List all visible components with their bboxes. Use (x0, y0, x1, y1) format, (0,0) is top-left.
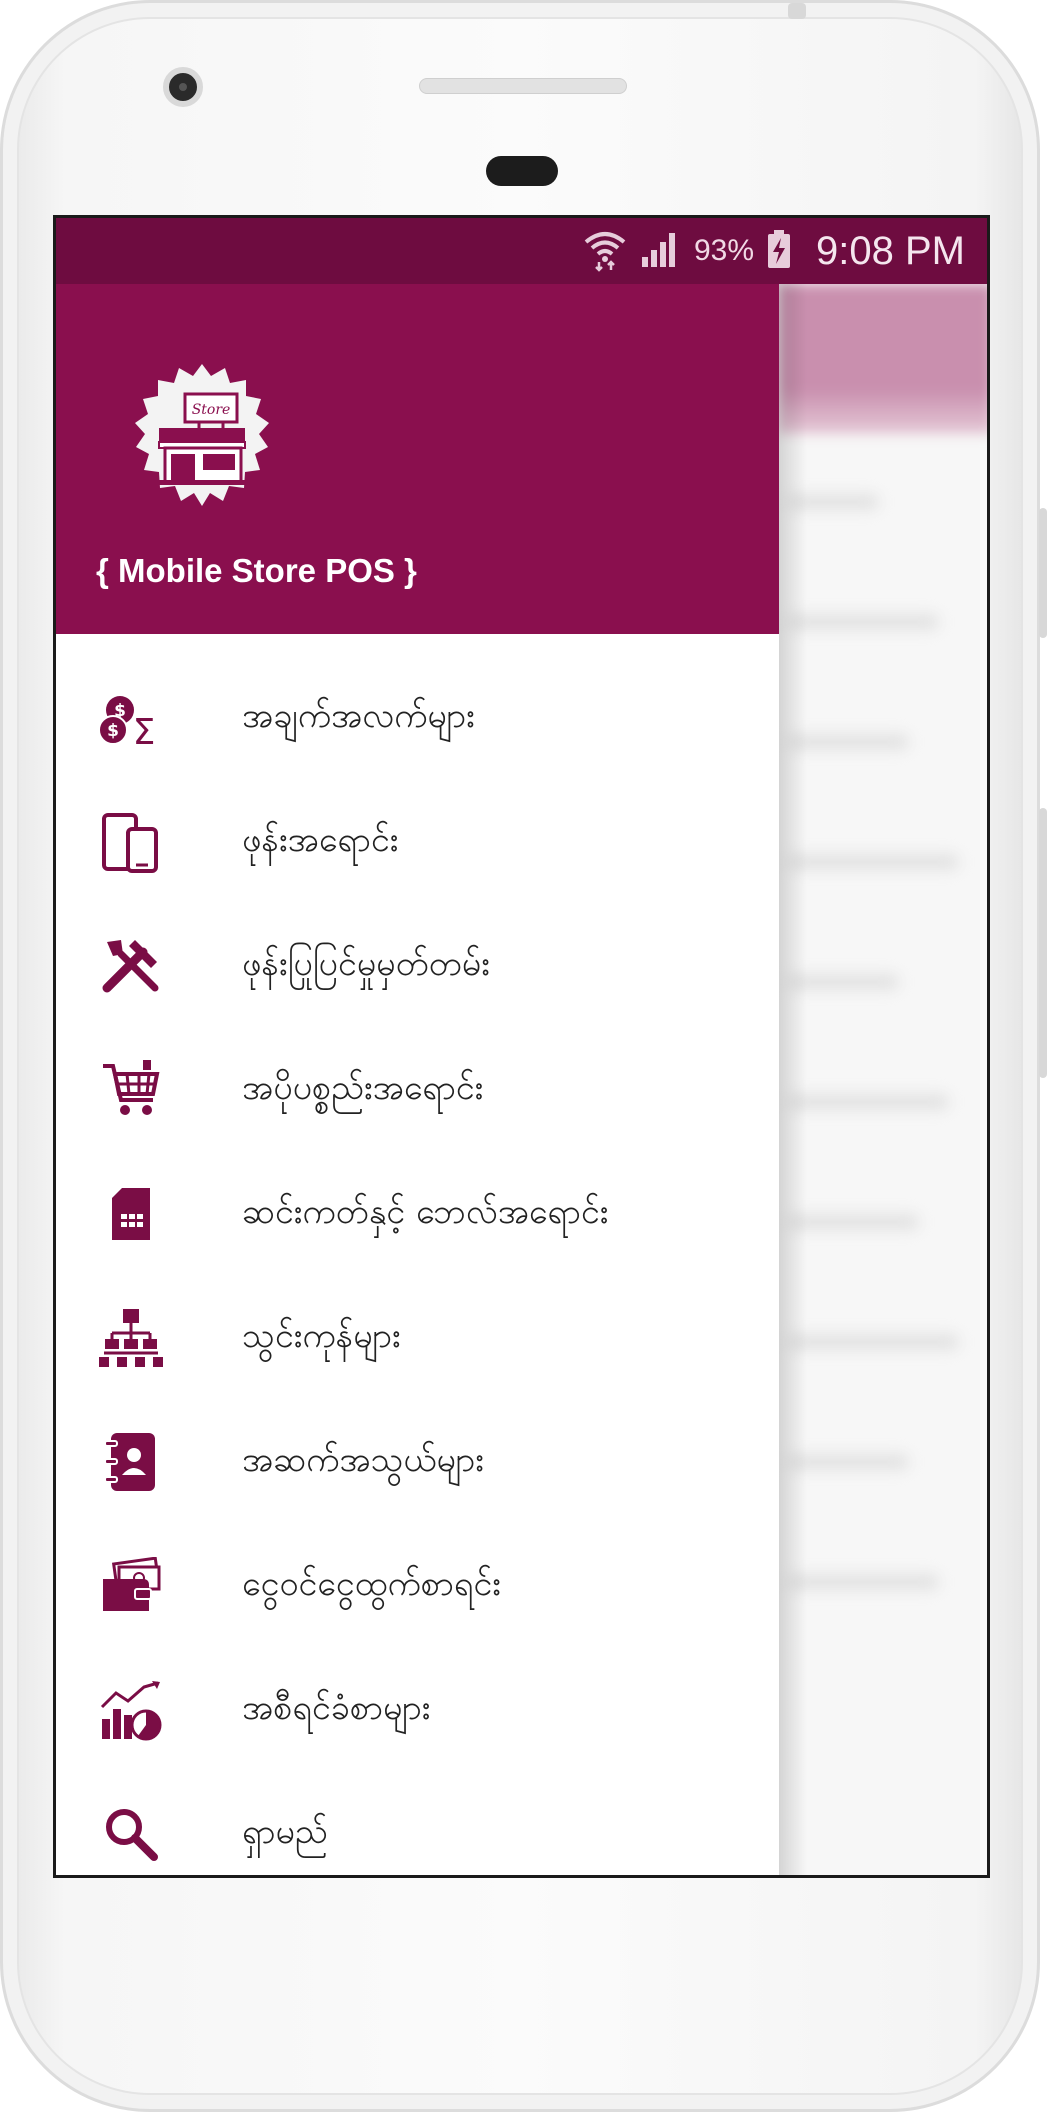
top-button (788, 3, 806, 19)
menu-item-label: ဆင်းကတ်နှင့် ဘေလ်အရောင်း (242, 1191, 609, 1232)
report-chart-icon (96, 1675, 166, 1745)
search-icon (96, 1799, 166, 1869)
menu-item-label: အပိုပစ္စည်းအရောင်း (242, 1067, 484, 1108)
menu-item-label: ငွေဝင်ငွေထွက်စာရင်း (242, 1563, 501, 1604)
menu-item-accessories-sales[interactable]: အပိုပစ္စည်းအရောင်း (56, 1028, 779, 1152)
navigation-drawer: Store { Mobile Store POS } $ $ Σ အချက်အလ… (56, 284, 779, 1875)
power-button (1039, 808, 1047, 1078)
menu-item-label: ဖုန်းအရောင်း (242, 819, 399, 860)
shopping-cart-icon (96, 1055, 166, 1125)
background-toolbar (779, 284, 987, 434)
proximity-sensor (486, 156, 558, 186)
store-logo: Store (119, 352, 285, 518)
battery-charging-icon (766, 229, 792, 273)
background-row (789, 734, 909, 750)
menu-item-label: သွင်းကုန်များ (242, 1315, 401, 1356)
menu-item-reports[interactable]: အစီရင်ခံစာများ (56, 1648, 779, 1772)
menu-item-sales-summary[interactable]: $ $ Σ အချက်အလက်များ (56, 656, 779, 780)
wifi-icon (582, 226, 628, 276)
menu-item-phones[interactable]: ဖုန်းအရောင်း (56, 780, 779, 904)
menu-item-label: အချက်အလက်များ (242, 695, 475, 736)
volume-button (1039, 508, 1047, 638)
phone-frame: 93% 9:08 PM Store {Mobile Store POS} $… (0, 0, 1047, 2112)
menu-item-label: ဖုန်းပြုပြင်မှုမှတ်တမ်း (242, 943, 490, 984)
logo-store-text: Store (192, 402, 231, 418)
app-name: { Mobile Store POS } (96, 552, 417, 589)
signal-icon (640, 229, 682, 273)
background-row (789, 854, 959, 870)
background-row (789, 1334, 959, 1350)
sim-card-icon (96, 1179, 166, 1249)
hierarchy-icon (96, 1303, 166, 1373)
background-app (779, 284, 987, 1875)
contacts-book-icon (96, 1427, 166, 1497)
menu-item-cashbook[interactable]: ငွေဝင်ငွေထွက်စာရင်း (56, 1524, 779, 1648)
wallet-icon (96, 1551, 166, 1621)
menu-item-repair-log[interactable]: ဖုန်းပြုပြင်မှုမှတ်တမ်း (56, 904, 779, 1028)
menu-item-label: အဆက်အသွယ်များ (242, 1439, 484, 1480)
svg-text:Σ: Σ (133, 712, 156, 748)
background-row (789, 1574, 939, 1590)
menu-item-sim-bill-sales[interactable]: ဆင်းကတ်နှင့် ဘေလ်အရောင်း (56, 1152, 779, 1276)
status-bar: 93% 9:08 PM (56, 218, 987, 284)
background-row (789, 1094, 949, 1110)
menu-item-imports[interactable]: သွင်းကုန်များ (56, 1276, 779, 1400)
screen: 93% 9:08 PM Store {Mobile Store POS} $… (53, 215, 990, 1878)
drawer-shadow (779, 284, 807, 1875)
menu-item-label: ရှာမည် (242, 1811, 328, 1852)
background-row (789, 1454, 909, 1470)
clock: 9:08 PM (816, 228, 965, 273)
repair-tools-icon (96, 931, 166, 1001)
battery-percent: 93% (693, 234, 755, 267)
menu-item-contacts[interactable]: အဆက်အသွယ်များ (56, 1400, 779, 1524)
background-row (789, 614, 939, 630)
phones-icon (96, 807, 166, 877)
sales-summary-icon: $ $ Σ (96, 683, 166, 753)
menu-item-search[interactable]: ရှာမည် (56, 1772, 779, 1875)
drawer-header: Store { Mobile Store POS } (56, 284, 779, 634)
earpiece-speaker (419, 78, 627, 94)
background-row (789, 1214, 919, 1230)
menu-item-label: အစီရင်ခံစာများ (242, 1687, 431, 1728)
svg-text:$: $ (107, 721, 119, 741)
front-camera (163, 67, 203, 107)
